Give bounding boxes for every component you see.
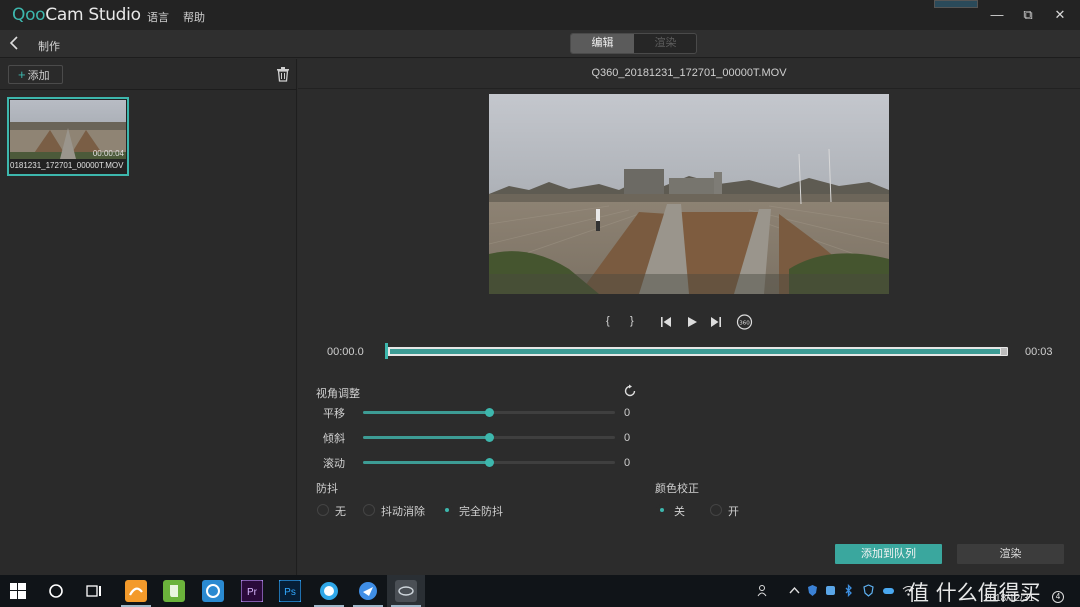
play-icon[interactable] xyxy=(686,316,698,331)
tab-render[interactable]: 渲染 xyxy=(634,34,696,53)
view-360-icon[interactable]: 360 xyxy=(735,314,754,333)
svg-text:Ps: Ps xyxy=(284,587,296,598)
maximize-button[interactable]: ⧉ xyxy=(1019,6,1037,24)
defender-icon[interactable] xyxy=(862,584,875,597)
qoocam-studio-taskbar-icon[interactable] xyxy=(395,580,417,602)
windows-start-icon[interactable] xyxy=(10,583,26,599)
timeline-progress xyxy=(390,349,1000,354)
slider-knob[interactable] xyxy=(485,408,494,417)
task-view-icon[interactable] xyxy=(86,583,102,599)
app-logo: QooCam Studio xyxy=(12,5,141,25)
slider-label: 倾斜 xyxy=(323,433,345,445)
radio-dot-icon xyxy=(710,504,722,516)
radio-label: 关 xyxy=(674,506,685,518)
radio-dot-icon xyxy=(656,504,668,516)
slider-track[interactable] xyxy=(363,433,615,442)
qq-browser-icon[interactable] xyxy=(318,580,340,602)
video-preview[interactable] xyxy=(489,94,889,294)
photoshop-icon[interactable]: Ps xyxy=(278,579,302,603)
skip-forward-icon[interactable] xyxy=(710,316,722,331)
app-360-icon[interactable] xyxy=(202,580,224,602)
title-bar: QooCam Studio 语言 帮助 — ⧉ ✕ xyxy=(0,0,1080,30)
show-hidden-icons-icon[interactable] xyxy=(788,584,801,597)
render-button[interactable]: 渲染 xyxy=(957,544,1064,564)
sidebar-divider xyxy=(0,89,297,90)
radio-label: 完全防抖 xyxy=(459,506,503,518)
page-title: 制作 xyxy=(38,41,60,53)
plus-icon: + xyxy=(18,67,26,82)
header-divider xyxy=(298,88,1080,89)
add-media-button[interactable]: + 添加 xyxy=(8,65,63,84)
slider-track[interactable] xyxy=(363,408,615,417)
windows-taskbar: Pr Ps 值 什么值得买 2018/12/31 4 xyxy=(0,575,1080,607)
floating-mini-panel xyxy=(934,0,978,8)
tab-edit[interactable]: 编辑 xyxy=(571,34,634,53)
add-to-queue-button[interactable]: 添加到队列 xyxy=(835,544,942,564)
time-start: 00:00.0 xyxy=(327,346,364,358)
uc-browser-icon[interactable] xyxy=(125,580,147,602)
security-shield-icon[interactable] xyxy=(806,584,819,597)
feishu-icon[interactable] xyxy=(357,580,379,602)
svg-text:360: 360 xyxy=(739,320,750,326)
slider-value: 0 xyxy=(624,457,631,469)
mark-out-icon[interactable]: } xyxy=(630,315,634,327)
menu-language[interactable]: 语言 xyxy=(147,9,169,25)
tray-cloud-icon[interactable] xyxy=(882,584,895,597)
radio-dot-icon xyxy=(441,504,453,516)
radio-dot-icon xyxy=(317,504,329,516)
qoocam-studio-window: QooCam Studio 语言 帮助 — ⧉ ✕ 制作 编辑 渲染 +添加 xyxy=(0,0,1080,607)
view-adjust-title: 视角调整 xyxy=(316,388,360,400)
slider-value: 0 xyxy=(624,407,631,419)
slider-knob[interactable] xyxy=(485,458,494,467)
media-sidebar: + 添加 00:00:04 0181231_172701_00000T.MOV xyxy=(0,59,297,575)
reset-icon[interactable] xyxy=(623,384,637,398)
clip-filename: 0181231_172701_00000T.MOV xyxy=(10,161,124,170)
file-title: Q360_20181231_172701_00000T.MOV xyxy=(591,67,787,79)
tray-app-icon[interactable] xyxy=(824,584,837,597)
radio-dot-icon xyxy=(363,504,375,516)
time-end: 00:03 xyxy=(1025,346,1053,358)
premiere-icon[interactable]: Pr xyxy=(240,579,264,603)
notification-center-badge[interactable]: 4 xyxy=(1052,591,1064,603)
clip-duration: 00:00:04 xyxy=(92,149,124,158)
timeline-end-handle[interactable] xyxy=(1001,348,1007,355)
bluetooth-icon[interactable] xyxy=(842,583,855,598)
color-correction-title: 颜色校正 xyxy=(655,483,699,495)
trash-icon[interactable] xyxy=(276,66,290,82)
skip-back-icon[interactable] xyxy=(660,316,672,331)
slider-value: 0 xyxy=(624,432,631,444)
playback-controls: { } 360 xyxy=(598,314,758,333)
radio-label: 开 xyxy=(728,506,739,518)
timeline-track[interactable] xyxy=(385,343,1008,359)
close-button[interactable]: ✕ xyxy=(1051,6,1069,24)
slider-label: 滚动 xyxy=(323,458,345,470)
back-arrow-icon[interactable] xyxy=(8,35,22,51)
clip-thumbnail-card[interactable]: 00:00:04 0181231_172701_00000T.MOV xyxy=(7,97,129,176)
toolbar: 制作 编辑 渲染 xyxy=(0,30,1080,58)
svg-text:Pr: Pr xyxy=(247,587,258,598)
slider-label: 平移 xyxy=(323,408,345,420)
menu-help[interactable]: 帮助 xyxy=(183,9,205,25)
evernote-icon[interactable] xyxy=(163,580,185,602)
people-icon[interactable] xyxy=(757,584,770,597)
mark-in-icon[interactable]: { xyxy=(606,315,610,327)
slider-fill xyxy=(363,461,489,464)
slider-fill xyxy=(363,411,489,414)
editor-main: Q360_20181231_172701_00000T.MOV {} 360 … xyxy=(298,59,1080,575)
stabilization-title: 防抖 xyxy=(316,483,338,495)
radio-label: 抖动消除 xyxy=(381,506,425,518)
clock-date[interactable]: 2018/12/31 xyxy=(984,593,1034,604)
slider-fill xyxy=(363,436,489,439)
radio-label: 无 xyxy=(335,506,346,518)
slider-knob[interactable] xyxy=(485,433,494,442)
playhead-handle[interactable] xyxy=(385,343,388,359)
slider-track[interactable] xyxy=(363,458,615,467)
mode-tabs: 编辑 渲染 xyxy=(570,33,697,54)
cortana-icon[interactable] xyxy=(48,583,64,599)
minimize-button[interactable]: — xyxy=(988,6,1006,24)
